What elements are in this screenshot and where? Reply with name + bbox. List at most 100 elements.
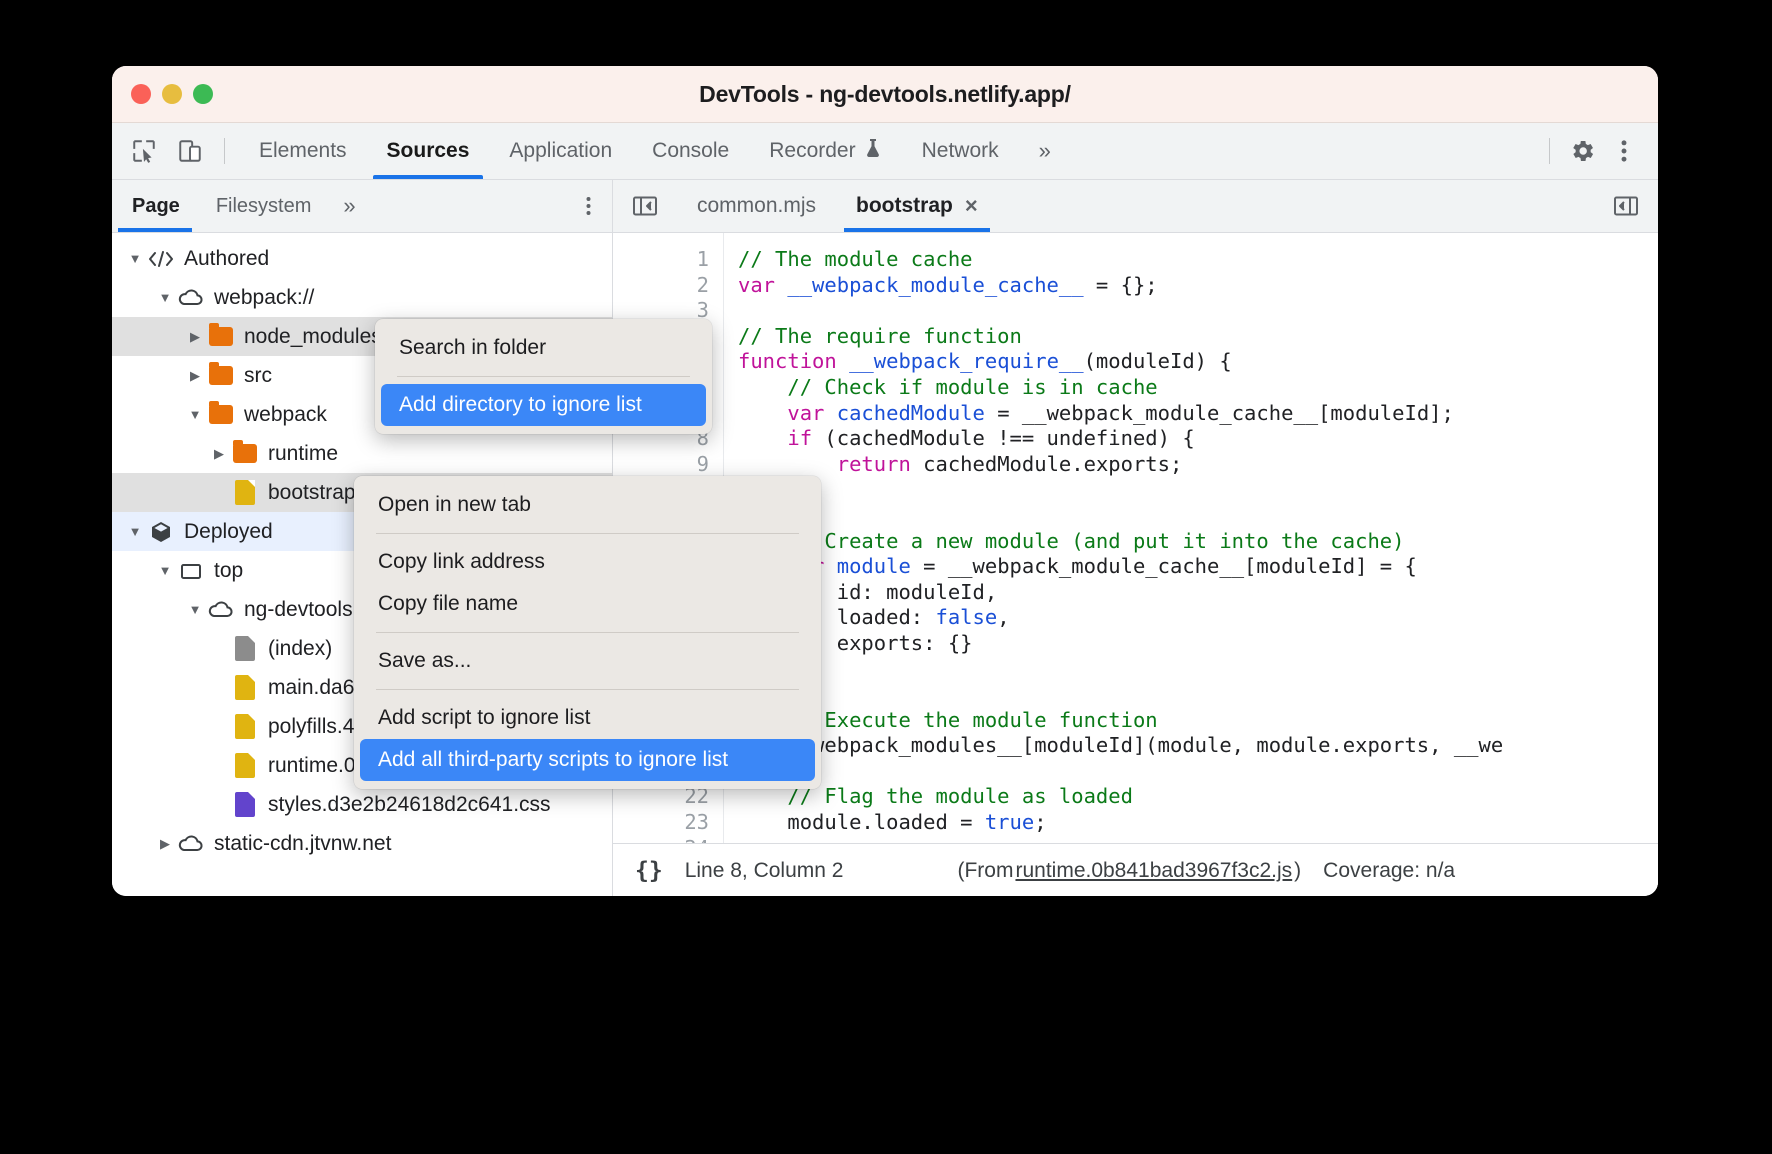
code-line[interactable]: var cachedModule = __webpack_module_cach…	[738, 401, 1658, 427]
menu-item-add-directory-to-ignore-list[interactable]: Add directory to ignore list	[381, 384, 706, 426]
toolbar-left-icons	[112, 123, 239, 179]
navigator-more-options-icon[interactable]	[565, 180, 612, 232]
code-content[interactable]: // The module cachevar __webpack_module_…	[724, 233, 1658, 843]
tree-item-runtime-folder[interactable]: ▶ runtime	[112, 434, 612, 473]
code-line[interactable]: // Flag the module as loaded	[738, 784, 1658, 810]
menu-item-save-as[interactable]: Save as...	[360, 640, 815, 682]
editor-tab-bootstrap[interactable]: bootstrap ×	[836, 180, 998, 232]
devtools-main-toolbar: Elements Sources Application Console Rec…	[112, 123, 1658, 180]
tab-elements[interactable]: Elements	[239, 123, 367, 179]
window-title: DevTools - ng-devtools.netlify.app/	[112, 81, 1658, 108]
more-vertical-icon[interactable]	[1604, 131, 1644, 171]
settings-gear-icon[interactable]	[1562, 131, 1602, 171]
navigator-tab-overflow-button[interactable]: »	[329, 180, 369, 232]
menu-item-search-in-folder[interactable]: Search in folder	[381, 327, 706, 369]
menu-item-label: Add directory to ignore list	[399, 393, 642, 416]
editor-tab-common-mjs[interactable]: common.mjs	[677, 180, 836, 232]
inspect-element-icon[interactable]	[124, 131, 164, 171]
code-line[interactable]: id: moduleId,	[738, 580, 1658, 606]
source-origin-suffix: )	[1294, 859, 1301, 883]
code-token	[824, 401, 836, 425]
tree-item-styles-css[interactable]: ▶ styles.d3e2b24618d2c641.css	[112, 785, 612, 824]
code-token	[738, 452, 837, 476]
code-line[interactable]: exports: {}	[738, 631, 1658, 657]
code-line[interactable]: var module = __webpack_module_cache__[mo…	[738, 554, 1658, 580]
code-line[interactable]: if (cachedModule !== undefined) {	[738, 426, 1658, 452]
collapse-sidebar-icon[interactable]	[613, 180, 677, 232]
chevron-right-icon[interactable]: ▶	[154, 836, 176, 852]
tab-recorder[interactable]: Recorder	[749, 123, 901, 179]
line-number[interactable]: 23	[613, 810, 709, 836]
code-line[interactable]: __webpack_modules__[moduleId](module, mo…	[738, 733, 1658, 759]
code-token	[837, 349, 849, 373]
code-line[interactable]: return cachedModule.exports;	[738, 452, 1658, 478]
tab-console[interactable]: Console	[632, 123, 749, 179]
code-token: ,	[997, 605, 1009, 629]
tree-item-label: node_modules	[244, 325, 382, 349]
code-line[interactable]: };	[738, 657, 1658, 683]
code-line[interactable]: // Check if module is in cache	[738, 375, 1658, 401]
code-line[interactable]: // The require function	[738, 324, 1658, 350]
device-toolbar-icon[interactable]	[170, 131, 210, 171]
source-origin-link[interactable]: runtime.0b841bad3967f3c2.js	[1015, 859, 1292, 883]
chevron-right-icon[interactable]: ▶	[184, 329, 206, 345]
code-line[interactable]: // The module cache	[738, 247, 1658, 273]
menu-item-copy-file-name[interactable]: Copy file name	[360, 583, 815, 625]
code-token: if	[787, 426, 812, 450]
chevron-right-icon[interactable]: ▶	[184, 368, 206, 384]
code-line[interactable]	[738, 503, 1658, 529]
code-line[interactable]	[738, 759, 1658, 785]
tab-sources[interactable]: Sources	[367, 123, 490, 179]
package-cube-icon	[146, 520, 176, 544]
cloud-icon	[176, 834, 206, 854]
file-context-menu: Open in new tab Copy link address Copy f…	[354, 476, 821, 789]
menu-item-label: Save as...	[378, 649, 471, 672]
line-number[interactable]: 24	[613, 836, 709, 843]
navigator-tab-page[interactable]: Page	[112, 180, 198, 232]
menu-item-copy-link-address[interactable]: Copy link address	[360, 541, 815, 583]
code-line[interactable]	[738, 682, 1658, 708]
cloud-icon	[176, 288, 206, 308]
code-line[interactable]	[738, 298, 1658, 324]
navigator-tab-overflow-label: »	[343, 193, 355, 219]
chevron-down-icon[interactable]: ▼	[184, 407, 206, 422]
tab-application[interactable]: Application	[489, 123, 632, 179]
code-token: var	[738, 273, 775, 297]
code-line[interactable]: }	[738, 477, 1658, 503]
chevron-down-icon[interactable]: ▼	[154, 290, 176, 305]
navigator-tab-filesystem-label: Filesystem	[216, 195, 312, 218]
chevron-right-icon[interactable]: ▶	[208, 446, 230, 462]
menu-item-add-script-to-ignore-list[interactable]: Add script to ignore list	[360, 697, 815, 739]
code-line[interactable]: function __webpack_require__(moduleId) {	[738, 349, 1658, 375]
editor-status-bar: {} Line 8, Column 2 (From runtime.0b841b…	[613, 843, 1658, 896]
tab-network[interactable]: Network	[902, 123, 1019, 179]
pretty-print-icon[interactable]: {}	[635, 858, 663, 884]
expand-sidebar-icon[interactable]	[1594, 180, 1658, 232]
tree-item-authored[interactable]: ▼ Authored	[112, 239, 612, 278]
tree-item-static-cdn-origin[interactable]: ▶ static-cdn.jtvnw.net	[112, 824, 612, 863]
menu-item-open-in-new-tab[interactable]: Open in new tab	[360, 484, 815, 526]
code-line[interactable]: var __webpack_module_cache__ = {};	[738, 273, 1658, 299]
tab-overflow-button[interactable]: »	[1019, 123, 1071, 179]
line-number[interactable]: 9	[613, 452, 709, 478]
chevron-down-icon[interactable]: ▼	[184, 602, 206, 617]
menu-item-label: Add all third-party scripts to ignore li…	[378, 748, 728, 771]
js-file-icon	[230, 714, 260, 739]
code-line[interactable]: module.loaded = true;	[738, 810, 1658, 836]
code-line[interactable]: // Create a new module (and put it into …	[738, 529, 1658, 555]
navigator-tab-filesystem[interactable]: Filesystem	[198, 180, 330, 232]
chevron-down-icon[interactable]: ▼	[124, 251, 146, 266]
tree-item-label: main.da63	[268, 676, 366, 700]
chevron-down-icon[interactable]: ▼	[124, 524, 146, 539]
code-line[interactable]: loaded: false,	[738, 605, 1658, 631]
cursor-position-label: Line 8, Column 2	[685, 859, 844, 883]
code-line[interactable]: // Execute the module function	[738, 708, 1658, 734]
tree-item-webpack-origin[interactable]: ▼ webpack://	[112, 278, 612, 317]
chevron-down-icon[interactable]: ▼	[154, 563, 176, 578]
menu-item-add-all-third-party-scripts-to-ignore-list[interactable]: Add all third-party scripts to ignore li…	[360, 739, 815, 781]
line-number[interactable]: 2	[613, 273, 709, 299]
line-number[interactable]: 1	[613, 247, 709, 273]
tree-item-label: webpack	[244, 403, 327, 427]
close-icon[interactable]: ×	[965, 193, 978, 219]
code-line[interactable]	[738, 836, 1658, 843]
